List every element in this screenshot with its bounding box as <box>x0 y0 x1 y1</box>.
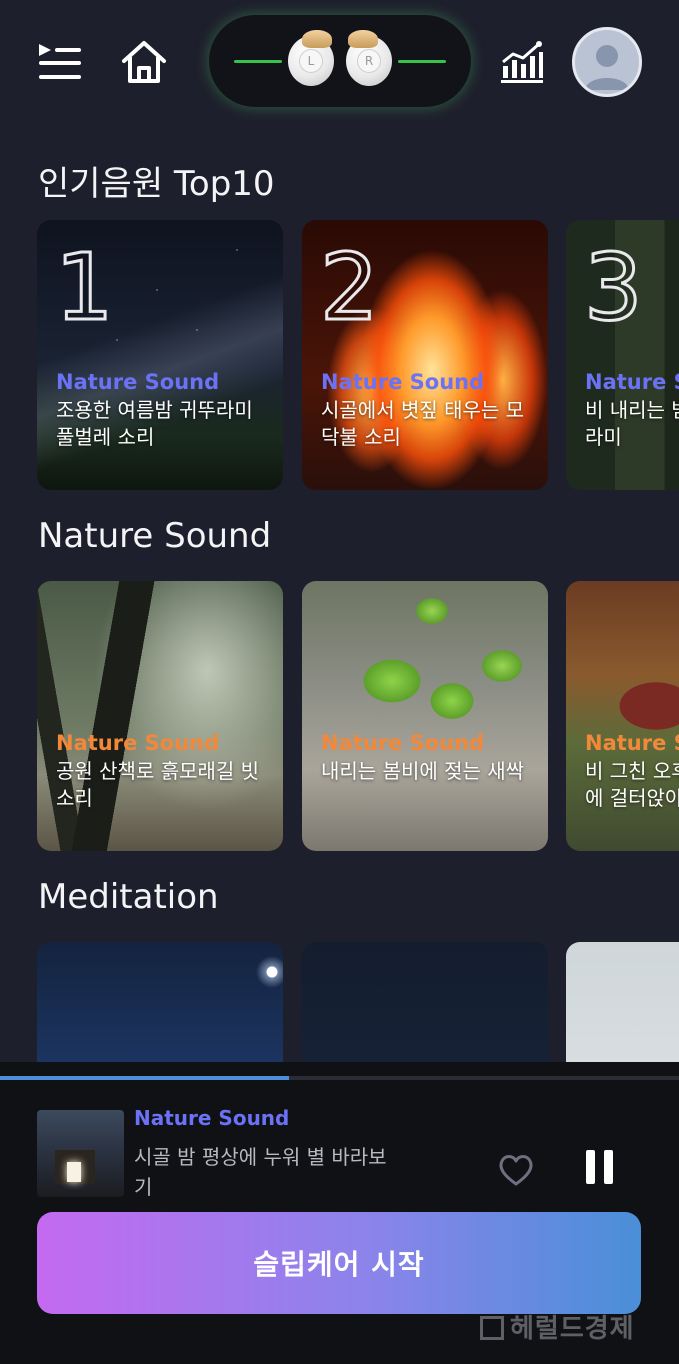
playback-progress-bar[interactable] <box>0 1076 679 1080</box>
start-sleep-care-button[interactable]: 슬립케어 시작 <box>37 1212 641 1314</box>
track-title: 공원 산책로 흙모래길 빗소리 <box>56 759 260 810</box>
section-title-nature-sound: Nature Sound <box>38 516 272 556</box>
avatar-icon[interactable] <box>572 27 642 97</box>
right-connection-line <box>398 60 446 63</box>
nature-sound-carousel[interactable]: Nature Sound 공원 산책로 흙모래길 빗소리 Nature Soun… <box>0 581 679 851</box>
track-category: Nature Sound <box>585 731 679 755</box>
track-card[interactable] <box>566 942 679 1062</box>
heart-icon[interactable] <box>496 1150 536 1190</box>
track-title: 조용한 여름밤 귀뚜라미 풀벌레 소리 <box>56 398 253 449</box>
track-card[interactable]: Nature Sound 내리는 봄비에 젖는 새싹 <box>302 581 548 851</box>
track-title: 내리는 봄비에 젖는 새싹 <box>321 759 525 783</box>
track-card[interactable]: 3 Nature Sound 비 내리는 밤 풀벌레 귀뚜라미 <box>566 220 679 490</box>
top10-carousel[interactable]: 1 Nature Sound 조용한 여름밤 귀뚜라미 풀벌레 소리 2 Nat… <box>0 220 679 490</box>
now-playing-thumbnail[interactable] <box>37 1110 124 1197</box>
watermark-logo-icon <box>480 1316 504 1340</box>
track-title: 비 내리는 밤 풀벌레 귀뚜라미 <box>585 398 679 449</box>
rank-number: 1 <box>54 234 116 341</box>
playlist-icon[interactable] <box>36 38 84 86</box>
thumbnail-window <box>67 1162 81 1182</box>
earbud-connection-status[interactable]: L R <box>208 14 472 108</box>
track-card[interactable] <box>302 942 548 1062</box>
track-card[interactable]: Nature Sound 비 그친 오후 시골집 마루에 걸터앉아 <box>566 581 679 851</box>
track-card[interactable]: 2 Nature Sound 시골에서 볏짚 태우는 모닥불 소리 <box>302 220 548 490</box>
left-connection-line <box>234 60 282 63</box>
right-earbud-icon: R <box>346 30 392 86</box>
track-title: 시골에서 볏짚 태우는 모닥불 소리 <box>321 398 525 449</box>
pause-icon[interactable] <box>582 1148 620 1188</box>
top-bar: L R <box>0 0 679 130</box>
track-card[interactable] <box>37 942 283 1062</box>
track-card[interactable]: 1 Nature Sound 조용한 여름밤 귀뚜라미 풀벌레 소리 <box>37 220 283 490</box>
pause-bar-right <box>604 1150 613 1184</box>
section-title-meditation: Meditation <box>38 877 219 917</box>
section-title-top10: 인기음원 Top10 <box>38 164 275 204</box>
meditation-carousel[interactable] <box>0 942 679 1062</box>
track-title: 비 그친 오후 시골집 마루에 걸터앉아 <box>585 759 679 810</box>
right-earbud-label: R <box>357 49 381 73</box>
home-icon[interactable] <box>118 36 170 88</box>
track-category: Nature Sound <box>56 731 220 755</box>
rank-number: 2 <box>319 234 381 341</box>
track-category: Nature Sound <box>321 370 485 394</box>
watermark-text: 헤럴드경제 <box>510 1314 635 1344</box>
stats-icon[interactable] <box>496 36 548 88</box>
track-card[interactable]: Nature Sound 공원 산책로 흙모래길 빗소리 <box>37 581 283 851</box>
playback-progress-fill <box>0 1076 289 1080</box>
now-playing-title[interactable]: 시골 밤 평상에 누워 별 바라보기 <box>134 1142 404 1202</box>
track-category: Nature Sound <box>56 370 220 394</box>
now-playing-category: Nature Sound <box>134 1106 290 1130</box>
watermark: 헤럴드경제 <box>480 1308 635 1345</box>
track-category: Nature Sound <box>585 370 679 394</box>
rank-number: 3 <box>583 234 645 341</box>
left-earbud-icon: L <box>288 30 334 86</box>
left-earbud-label: L <box>299 49 323 73</box>
track-category: Nature Sound <box>321 731 485 755</box>
pause-bar-left <box>586 1150 595 1184</box>
